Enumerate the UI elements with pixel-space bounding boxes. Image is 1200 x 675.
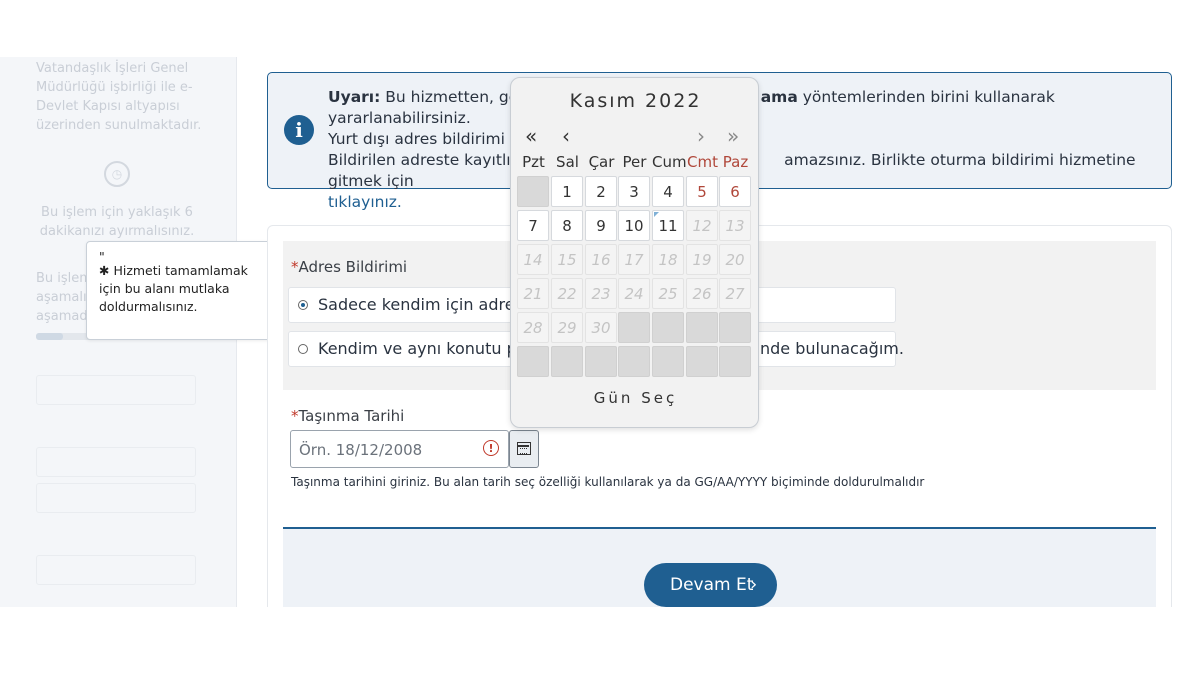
- day-cell: 18: [652, 244, 684, 275]
- page-frame: Vatandaşlık İşleri Genel Müdürlüğü işbir…: [0, 57, 1200, 607]
- day-cell: 30: [585, 312, 617, 343]
- day-cell: 26: [686, 278, 718, 309]
- calendar-month-title: Kasım 2022: [569, 90, 702, 112]
- day-cell: 12: [686, 210, 718, 241]
- clock-icon: ◷: [104, 161, 130, 187]
- sidebar-time-text: Bu işlem için yaklaşık 6 dakikanızı ayır…: [39, 205, 195, 239]
- weekday-cum: Cum: [652, 153, 687, 171]
- warning-line-1-bold: ama: [760, 88, 798, 106]
- weekday-paz: Paz: [722, 153, 749, 171]
- empty-day-cell: [652, 346, 684, 377]
- weekday-pzt: Pzt: [522, 153, 545, 171]
- required-marker: *: [291, 258, 299, 276]
- required-marker: *: [291, 407, 299, 425]
- prev-year-button[interactable]: «: [525, 124, 537, 148]
- info-icon: i: [284, 115, 314, 145]
- empty-day-cell: [551, 346, 583, 377]
- day-cell: 13: [719, 210, 751, 241]
- day-cell[interactable]: 7: [517, 210, 549, 241]
- prev-month-button[interactable]: ‹: [562, 124, 570, 148]
- sidebar-step: [36, 483, 196, 513]
- tooltip-quote: ": [99, 249, 105, 264]
- day-cell[interactable]: 10: [618, 210, 650, 241]
- error-icon: !: [483, 440, 499, 456]
- day-cell: 14: [517, 244, 549, 275]
- day-cell: 25: [652, 278, 684, 309]
- sidebar-intro: Vatandaşlık İşleri Genel Müdürlüğü işbir…: [36, 61, 202, 133]
- day-cell: 21: [517, 278, 549, 309]
- continue-label: Devam Et: [670, 575, 754, 595]
- day-cell[interactable]: 8: [551, 210, 583, 241]
- day-cell[interactable]: 3: [618, 176, 650, 207]
- day-cell: 20: [719, 244, 751, 275]
- day-cell[interactable]: 2: [585, 176, 617, 207]
- option-household-label-tail: nde bulunacağım.: [760, 339, 904, 358]
- continue-button[interactable]: Devam Et ›: [644, 563, 777, 607]
- day-cell: 24: [618, 278, 650, 309]
- radio-self-only[interactable]: [298, 300, 308, 310]
- weekday-cmt: Cmt: [687, 153, 718, 171]
- calendar-button[interactable]: [509, 430, 539, 468]
- empty-day-cell: [618, 346, 650, 377]
- day-cell: 29: [551, 312, 583, 343]
- date-picker-popup: Kasım 2022 « ‹ › » Pzt Sal Çar Per Cum Cmt Paz…: [510, 77, 759, 428]
- empty-day-cell: [618, 312, 650, 343]
- weekday-sal: Sal: [556, 153, 579, 171]
- day-cell[interactable]: 11: [652, 210, 684, 241]
- day-cell: 19: [686, 244, 718, 275]
- warning-label: Uyarı:: [328, 88, 381, 106]
- day-cell[interactable]: 9: [585, 210, 617, 241]
- empty-day-cell: [686, 312, 718, 343]
- required-field-tooltip: " ✱ Hizmeti tamamlamak için bu alanı mut…: [86, 241, 272, 340]
- move-date-input[interactable]: [291, 431, 486, 469]
- cohabitation-link[interactable]: tıklayınız.: [328, 193, 402, 211]
- day-cell: 23: [585, 278, 617, 309]
- move-date-hint: Taşınma tarihini giriniz. Bu alan tarih …: [291, 475, 925, 489]
- sidebar-step: [36, 375, 196, 405]
- sidebar-step-list: [36, 375, 196, 591]
- day-cell: 22: [551, 278, 583, 309]
- day-cell: 16: [585, 244, 617, 275]
- weekday-per: Per: [622, 153, 647, 171]
- day-cell: 17: [618, 244, 650, 275]
- day-cell[interactable]: 5: [686, 176, 718, 207]
- chevron-right-icon: ›: [750, 574, 758, 595]
- empty-day-cell: [585, 346, 617, 377]
- radio-household[interactable]: [298, 344, 308, 354]
- day-cell[interactable]: 6: [719, 176, 751, 207]
- sidebar-step: [36, 411, 196, 441]
- tooltip-text: ✱ Hizmeti tamamlamak için bu alanı mutla…: [99, 263, 248, 314]
- calendar-icon: [517, 442, 531, 455]
- empty-day-cell: [652, 312, 684, 343]
- select-day-label: Gün Seç: [593, 389, 678, 407]
- empty-day-cell: [517, 176, 549, 207]
- empty-day-cell: [719, 346, 751, 377]
- sidebar-step: [36, 519, 196, 549]
- day-cell: 28: [517, 312, 549, 343]
- address-label-text: Adres Bildirimi: [298, 258, 408, 276]
- move-date-label: *Taşınma Tarihi: [291, 407, 404, 425]
- empty-day-cell: [517, 346, 549, 377]
- empty-day-cell: [686, 346, 718, 377]
- day-cell: 27: [719, 278, 751, 309]
- weekday-çar: Çar: [588, 153, 615, 171]
- next-month-button[interactable]: ›: [697, 124, 705, 148]
- move-date-field[interactable]: !: [290, 430, 509, 469]
- day-cell: 15: [551, 244, 583, 275]
- sidebar-step: [36, 555, 196, 585]
- sidebar-step: [36, 447, 196, 477]
- move-date-label-text: Taşınma Tarihi: [298, 407, 405, 425]
- day-cell[interactable]: 4: [652, 176, 684, 207]
- day-cell[interactable]: 1: [551, 176, 583, 207]
- sidebar-progress-fill: [36, 333, 64, 340]
- empty-day-cell: [719, 312, 751, 343]
- address-label: *Adres Bildirimi: [291, 258, 407, 276]
- next-year-button[interactable]: »: [727, 124, 739, 148]
